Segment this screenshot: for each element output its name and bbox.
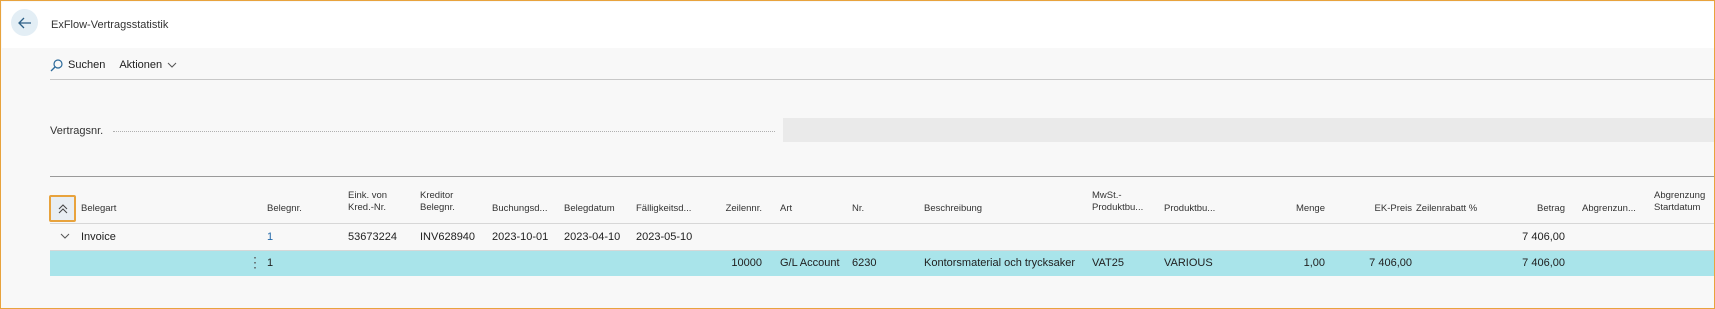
col-header-abgrenzung[interactable]: Abgrenzun...	[1582, 203, 1636, 215]
action-bar: Suchen Aktionen	[50, 55, 177, 75]
cell-belegnr[interactable]: 1	[267, 231, 273, 243]
col-header-belegnr[interactable]: Belegnr.	[267, 203, 302, 215]
cell-kreditor-belegnr: INV628940	[420, 231, 476, 243]
col-header-zeilennr[interactable]: Zeilennr.	[700, 203, 762, 215]
cell-belegnr: 1	[267, 257, 274, 269]
cell-produktbu: VARIOUS	[1164, 257, 1213, 269]
cell-kred-nr: 53673224	[348, 231, 397, 243]
col-header-buchungsdatum[interactable]: Buchungsd...	[492, 203, 547, 215]
cell-ek-preis: 7 406,00	[1369, 257, 1412, 269]
cell-faelligkeitsdatum: 2023-05-10	[636, 231, 693, 243]
field-leader-dots	[113, 131, 775, 132]
search-label: Suchen	[68, 59, 106, 71]
cell-belegdatum: 2023-04-10	[564, 231, 621, 243]
col-header-beschreibung[interactable]: Beschreibung	[924, 203, 982, 215]
page-title: ExFlow-Vertragsstatistik	[51, 19, 169, 31]
actions-menu-button[interactable]: Aktionen	[119, 59, 177, 71]
col-header-menge[interactable]: Menge	[1270, 203, 1325, 215]
more-vertical-icon[interactable]: ⋮	[248, 255, 262, 269]
col-header-ek-preis[interactable]: EK-Preis	[1350, 203, 1412, 215]
col-header-art[interactable]: Art	[780, 203, 792, 215]
grid-top-divider	[50, 176, 1714, 177]
col-header-faelligkeitsdatum[interactable]: Fälligkeitsd...	[636, 203, 691, 215]
action-bar-divider	[50, 79, 1714, 80]
search-icon	[50, 58, 63, 71]
cell-art: G/L Account	[780, 257, 840, 269]
arrow-left-icon	[17, 17, 31, 28]
cell-betrag: 7 406,00	[1522, 231, 1565, 243]
table-row-group[interactable]: Invoice 1 53673224 INV628940 2023-10-01 …	[50, 225, 1714, 249]
cell-betrag: 7 406,00	[1522, 257, 1565, 269]
chevron-down-icon	[167, 62, 177, 68]
col-header-belegart[interactable]: Belegart	[81, 203, 116, 215]
cell-beschreibung: Kontorsmaterial och trycksaker	[924, 257, 1075, 269]
cell-mwst-produktbu: VAT25	[1092, 257, 1124, 269]
app-window: ExFlow-Vertragsstatistik Suchen Aktionen…	[0, 0, 1715, 309]
search-button[interactable]: Suchen	[50, 58, 106, 72]
contract-no-label: Vertragsnr.	[50, 125, 104, 137]
col-header-betrag[interactable]: Betrag	[1510, 203, 1565, 215]
cell-buchungsdatum: 2023-10-01	[492, 231, 549, 243]
col-header-produktbu[interactable]: Produktbu...	[1164, 203, 1215, 215]
col-header-kreditor-belegnr[interactable]: Kreditor Belegnr.	[420, 190, 455, 214]
back-button[interactable]	[11, 9, 38, 36]
chevron-down-icon[interactable]	[59, 230, 71, 242]
cell-zeilennr: 10000	[731, 257, 762, 269]
col-header-kred-nr[interactable]: Eink. von Kred.-Nr.	[348, 190, 387, 214]
col-header-belegdatum[interactable]: Belegdatum	[564, 203, 615, 215]
col-header-abgrenzung-startdatum[interactable]: Abgrenzung Startdatum	[1654, 190, 1705, 214]
col-header-nr[interactable]: Nr.	[852, 203, 864, 215]
cell-menge: 1,00	[1303, 257, 1325, 269]
collapse-all-button[interactable]	[49, 195, 76, 222]
header-separator	[50, 223, 1714, 224]
table-row-selected[interactable]: ⋮ 1 10000 G/L Account 6230 Kontorsmateri…	[50, 251, 1714, 276]
actions-label: Aktionen	[119, 59, 163, 71]
col-header-zeilenrabatt[interactable]: Zeilenrabatt %	[1416, 203, 1477, 215]
cell-belegart: Invoice	[81, 231, 116, 243]
double-chevron-up-icon	[58, 203, 67, 213]
col-header-mwst-produktbu[interactable]: MwSt.- Produktbu...	[1092, 190, 1143, 214]
title-bar: ExFlow-Vertragsstatistik	[2, 2, 1714, 48]
cell-nr: 6230	[852, 257, 877, 269]
contract-no-field[interactable]	[783, 118, 1714, 142]
